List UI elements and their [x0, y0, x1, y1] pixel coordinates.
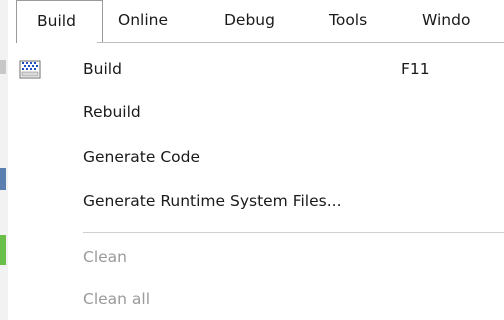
- menu-item-label: Generate Runtime System Files...: [83, 192, 342, 210]
- menu-item-build[interactable]: Build F11: [8, 49, 504, 89]
- menu-online[interactable]: Online: [118, 0, 168, 43]
- edge-mark-blue: [0, 168, 6, 190]
- menu-item-shortcut: F11: [401, 60, 430, 78]
- menu-item-generate-code[interactable]: Generate Code: [8, 137, 504, 177]
- menu-build-label: Build: [37, 12, 76, 30]
- menu-item-rebuild[interactable]: Rebuild: [8, 92, 504, 132]
- menu-bar: Build Online Debug Tools Windo: [8, 0, 504, 44]
- menu-window-label: Windo: [422, 11, 471, 29]
- menu-build[interactable]: Build: [16, 0, 103, 44]
- menu-item-label: Build: [83, 60, 122, 78]
- menu-item-clean-all[interactable]: Clean all: [8, 279, 504, 319]
- build-icon: [19, 59, 41, 79]
- menu-item-generate-runtime-system-files[interactable]: Generate Runtime System Files...: [8, 181, 504, 221]
- edge-mark-gray: [0, 60, 6, 74]
- menu-item-label: Generate Code: [83, 148, 200, 166]
- menu-item-label: Clean all: [83, 290, 151, 308]
- menu-item-label: Clean: [83, 248, 127, 266]
- build-dropdown-menu: Build F11 Rebuild Generate Code Generate…: [8, 43, 504, 320]
- menu-separator: [83, 232, 504, 233]
- edge-mark-green: [0, 235, 6, 265]
- menu-online-label: Online: [118, 11, 168, 29]
- menu-debug[interactable]: Debug: [224, 0, 275, 43]
- menu-debug-label: Debug: [224, 11, 275, 29]
- menu-window[interactable]: Windo: [422, 0, 470, 43]
- menu-item-clean[interactable]: Clean: [8, 237, 504, 277]
- menu-tools-label: Tools: [329, 11, 368, 29]
- menu-item-label: Rebuild: [83, 103, 141, 121]
- menu-tools[interactable]: Tools: [329, 0, 367, 43]
